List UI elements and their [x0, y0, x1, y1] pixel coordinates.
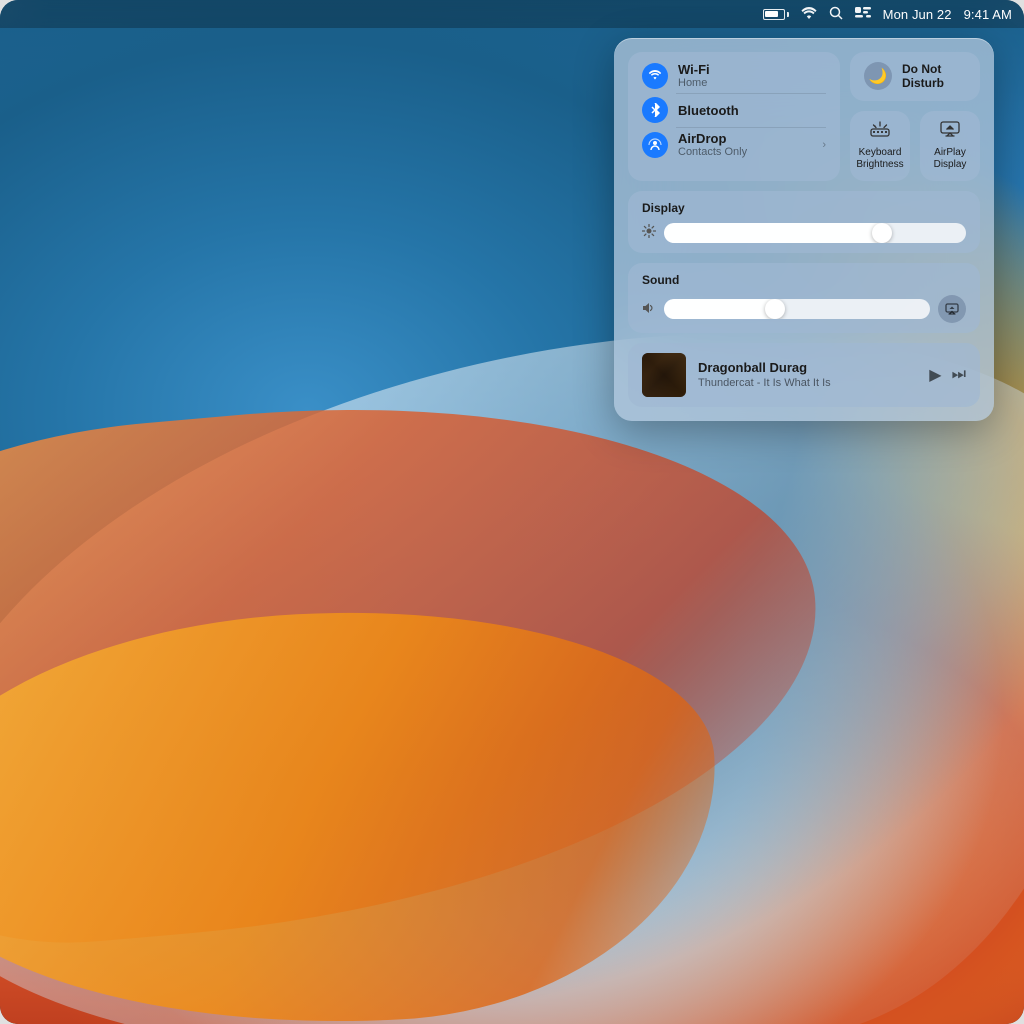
wifi-subtitle: Home: [678, 77, 710, 89]
control-center-menubar-icon[interactable]: [855, 7, 871, 22]
display-panel: Display: [628, 191, 980, 253]
bluetooth-icon: [642, 97, 668, 123]
airplay-display-icon: [940, 121, 960, 142]
bluetooth-text: Bluetooth: [678, 103, 739, 118]
sound-slider-thumb: [765, 299, 785, 319]
display-slider-row: [642, 223, 966, 243]
display-slider-track[interactable]: [664, 223, 966, 243]
menubar-right: Mon Jun 22 9:41 AM: [763, 6, 1012, 23]
sound-slider-fill: [664, 299, 784, 319]
control-center-panel: Wi-Fi Home Bluetoo: [614, 38, 994, 421]
small-toggles: Keyboard Brightness AirPlay Display: [850, 111, 980, 181]
dnd-icon: 🌙: [864, 62, 892, 90]
airdrop-icon: [642, 132, 668, 158]
keyboard-brightness-toggle[interactable]: Keyboard Brightness: [850, 111, 910, 181]
wifi-icon: [642, 63, 668, 89]
airdrop-chevron-icon: ›: [822, 139, 826, 151]
menubar: Mon Jun 22 9:41 AM: [0, 0, 1024, 28]
spotlight-menubar-icon[interactable]: [829, 6, 843, 23]
album-art: [642, 353, 686, 397]
play-button[interactable]: ▶: [929, 365, 941, 385]
screen: Mon Jun 22 9:41 AM: [0, 0, 1024, 1024]
wifi-text: Wi-Fi Home: [678, 62, 710, 89]
keyboard-brightness-icon: [870, 121, 890, 142]
sound-panel: Sound: [628, 263, 980, 333]
airdrop-item[interactable]: AirDrop Contacts Only ›: [642, 131, 826, 158]
sound-slider-row: [642, 295, 966, 323]
battery-tip: [787, 12, 789, 17]
sound-label: Sound: [642, 273, 966, 287]
bluetooth-item[interactable]: Bluetooth: [642, 97, 826, 123]
keyboard-brightness-label: Keyboard Brightness: [856, 147, 904, 171]
battery-icon: [763, 9, 789, 20]
brightness-icon: [642, 224, 656, 241]
now-playing-panel: Dragonball Durag Thundercat - It Is What…: [628, 343, 980, 407]
menubar-date: Mon Jun 22: [883, 7, 952, 22]
airdrop-text: AirDrop Contacts Only: [678, 131, 747, 158]
airdrop-title: AirDrop: [678, 131, 747, 146]
volume-icon: [642, 301, 656, 317]
track-title: Dragonball Durag: [698, 360, 917, 375]
quick-toggles: 🌙 Do NotDisturb: [850, 52, 980, 181]
track-artist: Thundercat - It Is What It Is: [698, 377, 917, 389]
wifi-menubar-icon[interactable]: [801, 7, 817, 22]
display-slider-thumb: [872, 223, 892, 243]
sound-airplay-button[interactable]: [938, 295, 966, 323]
skip-button[interactable]: ⏭: [952, 366, 966, 384]
playback-controls: ▶ ⏭: [929, 365, 966, 385]
battery-body: [763, 9, 785, 20]
airplay-display-toggle[interactable]: AirPlay Display: [920, 111, 980, 181]
wifi-title: Wi-Fi: [678, 62, 710, 77]
track-info: Dragonball Durag Thundercat - It Is What…: [698, 360, 917, 389]
battery-fill: [765, 11, 778, 17]
dnd-panel[interactable]: 🌙 Do NotDisturb: [850, 52, 980, 101]
display-slider-fill: [664, 223, 891, 243]
airdrop-subtitle: Contacts Only: [678, 146, 747, 158]
wifi-item[interactable]: Wi-Fi Home: [642, 62, 826, 89]
airplay-display-label: AirPlay Display: [926, 147, 974, 171]
sound-slider-track[interactable]: [664, 299, 930, 319]
dnd-label: Do NotDisturb: [902, 62, 944, 91]
bluetooth-title: Bluetooth: [678, 103, 739, 118]
menubar-time: 9:41 AM: [964, 7, 1012, 22]
connectivity-panel: Wi-Fi Home Bluetoo: [628, 52, 840, 181]
top-section: Wi-Fi Home Bluetoo: [628, 52, 980, 181]
display-label: Display: [642, 201, 966, 215]
